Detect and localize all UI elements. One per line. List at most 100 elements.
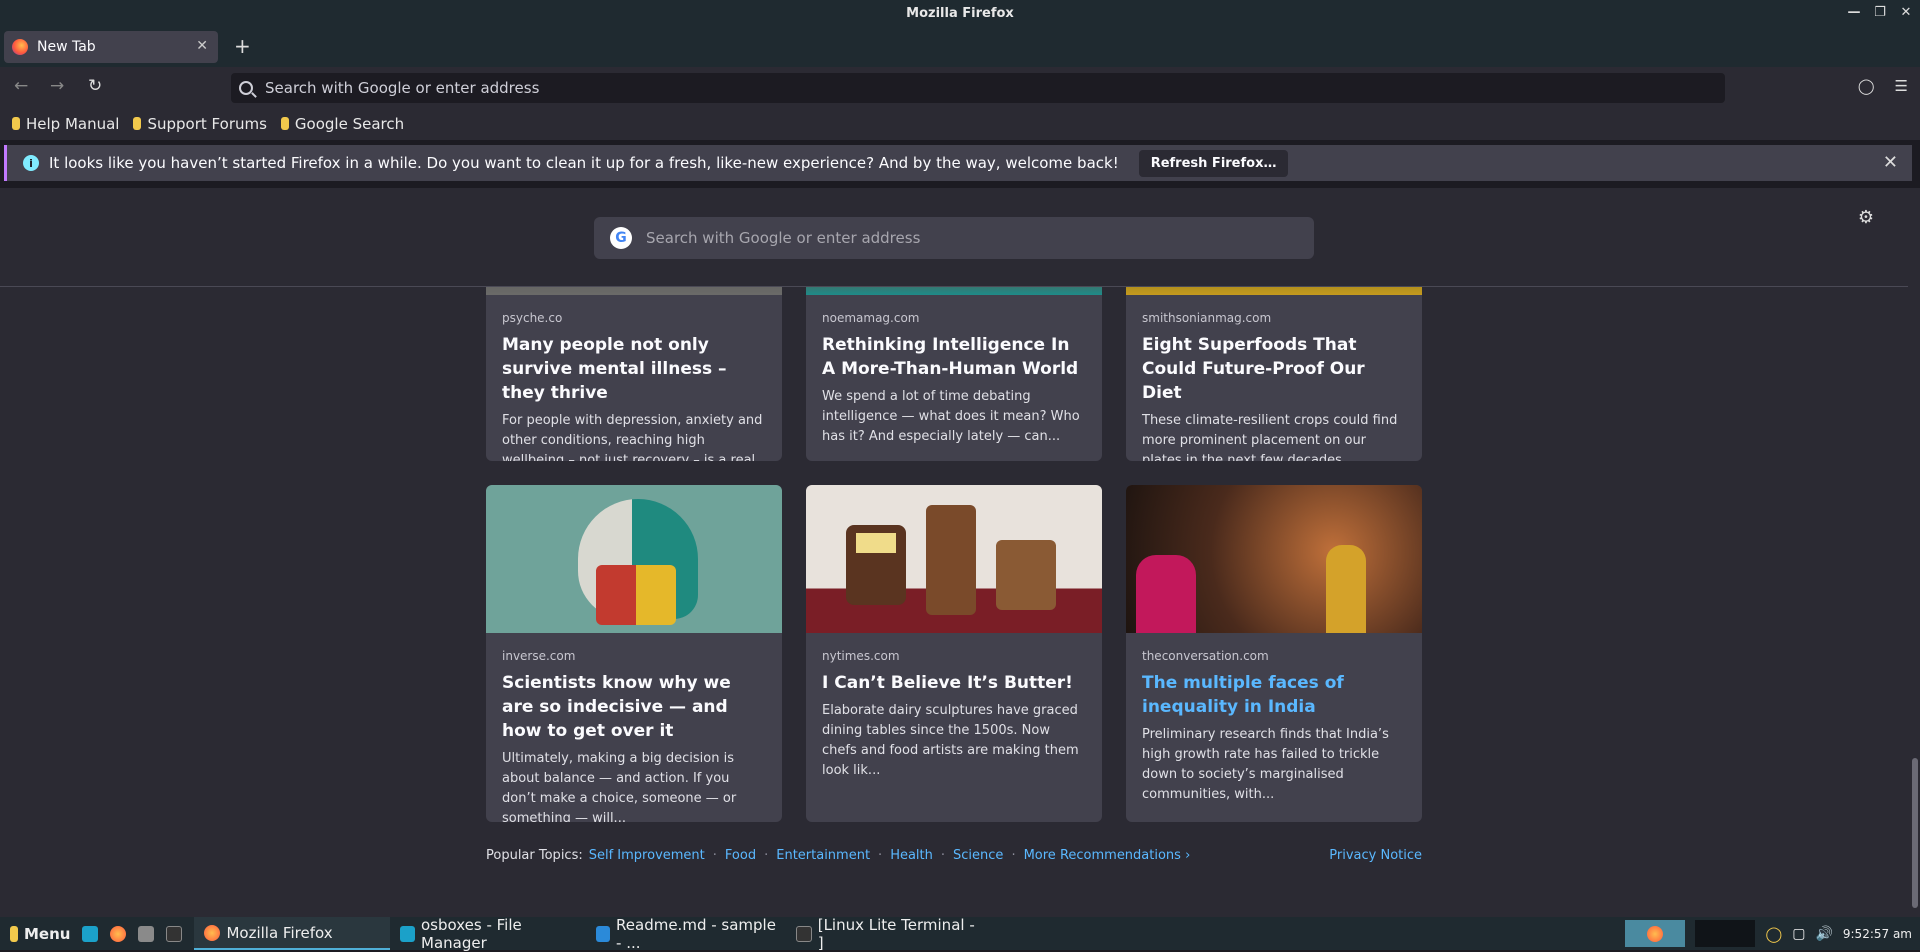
story-card[interactable]: theconversation.com The multiple faces o… <box>1126 485 1422 822</box>
story-source: theconversation.com <box>1142 649 1269 663</box>
address-bar-placeholder: Search with Google or enter address <box>265 79 540 97</box>
story-description: Preliminary research finds that India’s … <box>1142 727 1389 802</box>
bookmarks-toolbar: Help Manual Support Forums Google Search <box>0 107 1920 140</box>
bookmark-icon <box>280 117 289 130</box>
updates-icon[interactable]: ◯ <box>1765 925 1782 943</box>
story-description: These climate-resilient crops could find… <box>1142 413 1398 461</box>
story-title: Scientists know why we are so indecisive… <box>502 673 731 741</box>
close-window-icon[interactable]: ✕ <box>1898 4 1914 20</box>
story-image <box>1126 485 1422 633</box>
gear-icon[interactable]: ⚙ <box>1858 207 1874 228</box>
terminal-launcher-icon[interactable] <box>166 925 183 942</box>
story-card[interactable]: inverse.com Scientists know why we are s… <box>486 485 782 822</box>
story-card[interactable]: nytimes.com I Can’t Believe It’s Butter!… <box>806 485 1102 822</box>
hamburger-menu-icon[interactable]: ☰ <box>1895 77 1908 95</box>
firefox-icon <box>1647 925 1664 942</box>
notification-text: It looks like you haven’t started Firefo… <box>49 154 1119 172</box>
bookmark-label: Google Search <box>294 114 405 133</box>
topic-link[interactable]: Food <box>725 848 756 863</box>
separator-dot: · <box>878 848 883 863</box>
separator-dot: · <box>712 848 717 863</box>
desktop-icon[interactable] <box>82 925 99 942</box>
story-title: The multiple faces of inequality in Indi… <box>1142 673 1344 717</box>
story-source: inverse.com <box>502 649 576 663</box>
firefox-launcher-icon[interactable] <box>110 925 127 942</box>
privacy-notice-link[interactable]: Privacy Notice <box>1329 848 1422 863</box>
taskbar-item-label: Mozilla Firefox <box>226 923 333 942</box>
story-source: smithsonianmag.com <box>1142 311 1272 325</box>
pocket-icon[interactable]: ◯ <box>1858 77 1875 95</box>
taskbar-item-vscode[interactable]: Readme.md - sample - ... <box>586 916 786 952</box>
story-image <box>486 485 782 633</box>
forward-icon[interactable]: → <box>50 76 64 96</box>
story-description: We spend a lot of time debating intellig… <box>822 389 1080 444</box>
story-title: Rethinking Intelligence In A More-Than-H… <box>822 335 1079 379</box>
taskbar-item-label: [Linux Lite Terminal - ] <box>817 915 975 952</box>
topic-link[interactable]: Entertainment <box>776 848 870 863</box>
clock[interactable]: 9:52:57 am <box>1843 927 1912 941</box>
newtab-search-input[interactable]: G Search with Google or enter address <box>594 217 1314 259</box>
system-tray: ◯ ▢ 🔊 9:52:57 am <box>1625 917 1912 950</box>
bookmark-label: Help Manual <box>26 114 120 133</box>
tab-label: New Tab <box>37 39 96 55</box>
taskbar-item-firefox[interactable]: Mozilla Firefox <box>194 917 391 950</box>
address-bar[interactable]: Search with Google or enter address <box>231 73 1725 103</box>
start-menu-button[interactable]: Menu <box>0 917 80 950</box>
close-tab-icon[interactable]: ✕ <box>196 38 208 54</box>
new-tab-page: G Search with Google or enter address ⚙ … <box>0 188 1920 917</box>
refresh-notification-bar: i It looks like you haven’t started Fire… <box>4 145 1912 181</box>
info-icon: i <box>23 155 39 171</box>
workspace-1[interactable] <box>1625 920 1686 947</box>
minimize-icon[interactable]: — <box>1846 4 1862 20</box>
navigation-toolbar: ← → ↻ Search with Google or enter addres… <box>0 67 1920 107</box>
taskbar-item-terminal[interactable]: [Linux Lite Terminal - ] <box>786 915 986 952</box>
maximize-icon[interactable]: ❐ <box>1872 4 1888 20</box>
separator-dot: · <box>764 848 769 863</box>
separator-dot: · <box>1011 848 1016 863</box>
file-manager-launcher-icon[interactable] <box>138 925 155 942</box>
bookmark-google-search[interactable]: Google Search <box>280 114 405 133</box>
bookmark-icon <box>133 117 142 130</box>
back-icon[interactable]: ← <box>14 76 28 96</box>
google-logo-icon: G <box>610 227 632 249</box>
workspace-2[interactable] <box>1695 920 1756 947</box>
close-notification-icon[interactable]: ✕ <box>1883 152 1898 173</box>
volume-icon[interactable]: 🔊 <box>1815 926 1832 942</box>
search-icon <box>239 81 253 95</box>
separator-dot: · <box>940 848 946 863</box>
firefox-icon <box>204 924 221 941</box>
taskbar-item-file-manager[interactable]: osboxes - File Manager <box>390 915 586 952</box>
bookmark-help-manual[interactable]: Help Manual <box>12 115 119 133</box>
topic-link[interactable]: Health <box>890 848 933 863</box>
window-titlebar: Mozilla Firefox — ❐ ✕ <box>0 0 1920 27</box>
popular-topics-footer: Popular Topics: Self Improvement · Food … <box>486 848 1422 863</box>
topic-link[interactable]: Self Improvement <box>589 848 705 863</box>
story-source: psyche.co <box>502 311 563 325</box>
taskbar-item-label: osboxes - File Manager <box>421 915 522 952</box>
story-description: For people with depression, anxiety and … <box>502 413 763 461</box>
new-tab-header: G Search with Google or enter address ⚙ <box>0 188 1908 287</box>
refresh-firefox-button[interactable]: Refresh Firefox… <box>1138 149 1289 177</box>
linux-lite-icon <box>10 925 18 942</box>
scrollbar[interactable] <box>1908 188 1920 917</box>
more-recommendations-link[interactable]: More Recommendations › <box>1024 848 1191 863</box>
story-image <box>806 485 1102 633</box>
menu-label: Menu <box>24 924 71 943</box>
firefox-icon <box>12 39 28 55</box>
reload-icon[interactable]: ↻ <box>88 76 102 96</box>
bookmark-icon <box>12 117 20 130</box>
window-title: Mozilla Firefox <box>906 6 1014 21</box>
vscode-icon <box>596 925 611 942</box>
terminal-icon <box>796 925 812 942</box>
scrollbar-thumb[interactable] <box>1912 758 1918 908</box>
topic-link[interactable]: Science <box>953 848 1003 863</box>
display-icon[interactable]: ▢ <box>1792 926 1805 942</box>
bookmark-support-forums[interactable]: Support Forums <box>133 115 267 133</box>
newtab-search-placeholder: Search with Google or enter address <box>646 229 921 247</box>
popular-topics-label: Popular Topics: <box>486 848 583 863</box>
story-title: Eight Superfoods That Could Future-Proof… <box>1142 335 1365 403</box>
tab-strip: New Tab ✕ + <box>0 27 1920 67</box>
story-description: Elaborate dairy sculptures have graced d… <box>822 703 1079 778</box>
tab-new-tab[interactable]: New Tab ✕ <box>4 31 218 63</box>
new-tab-icon[interactable]: + <box>234 34 251 58</box>
